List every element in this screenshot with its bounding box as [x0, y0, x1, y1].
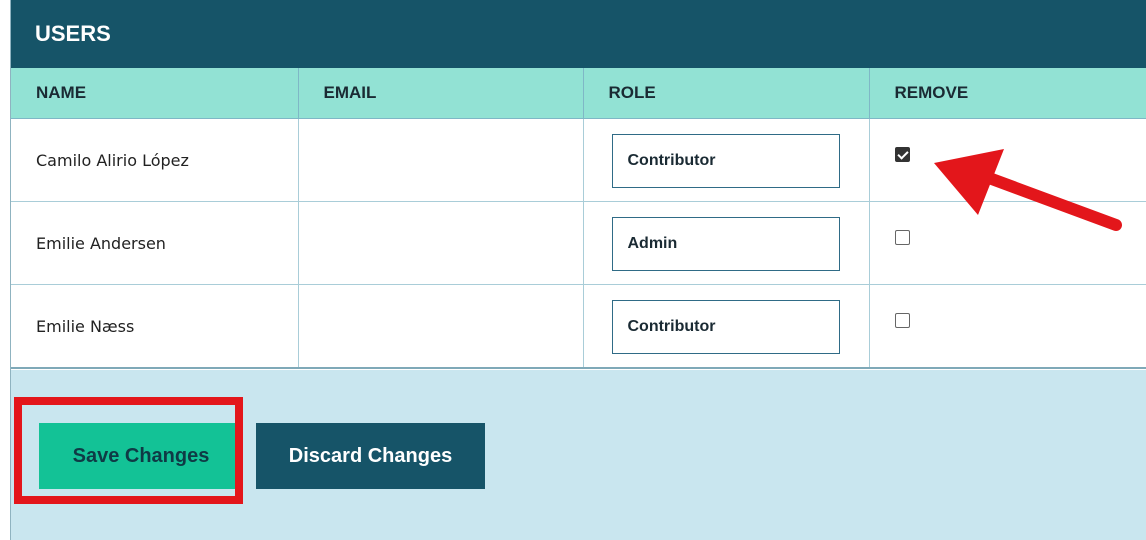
remove-checkbox[interactable]: [894, 312, 910, 328]
users-table: NAME EMAIL ROLE REMOVE Camilo Alirio Lóp…: [11, 68, 1146, 369]
discard-changes-button[interactable]: Discard Changes: [256, 423, 485, 489]
role-input[interactable]: [611, 217, 840, 271]
user-remove-cell: [869, 201, 1146, 285]
user-name-cell: Emilie Andersen: [11, 201, 299, 285]
role-input[interactable]: [611, 134, 840, 188]
column-header-remove: REMOVE: [869, 68, 1146, 119]
table-row: Camilo Alirio López: [11, 118, 1146, 202]
remove-checkbox[interactable]: [894, 146, 910, 162]
remove-checkbox[interactable]: [894, 229, 910, 245]
user-remove-cell: [869, 284, 1146, 369]
column-header-name: NAME: [11, 68, 299, 119]
save-changes-button[interactable]: Save Changes: [39, 423, 243, 489]
user-email-cell: [298, 118, 584, 202]
user-role-cell: [583, 284, 870, 369]
user-role-cell: [583, 201, 870, 285]
actions-footer: Save Changes Discard Changes: [11, 370, 1146, 540]
column-header-role: ROLE: [583, 68, 870, 119]
table-row: Emilie Andersen: [11, 201, 1146, 285]
column-header-email: EMAIL: [298, 68, 584, 119]
users-panel: USERS NAME EMAIL ROLE REMOVE Camilo Alir…: [10, 0, 1146, 540]
role-input[interactable]: [611, 300, 840, 354]
table-row: Emilie Næss: [11, 284, 1146, 369]
user-name-cell: Emilie Næss: [11, 284, 299, 369]
user-remove-cell: [869, 118, 1146, 202]
table-header-row: NAME EMAIL ROLE REMOVE: [11, 68, 1146, 119]
user-email-cell: [298, 284, 584, 369]
panel-title: USERS: [11, 0, 1146, 68]
user-role-cell: [583, 118, 870, 202]
user-name-cell: Camilo Alirio López: [11, 118, 299, 202]
user-email-cell: [298, 201, 584, 285]
